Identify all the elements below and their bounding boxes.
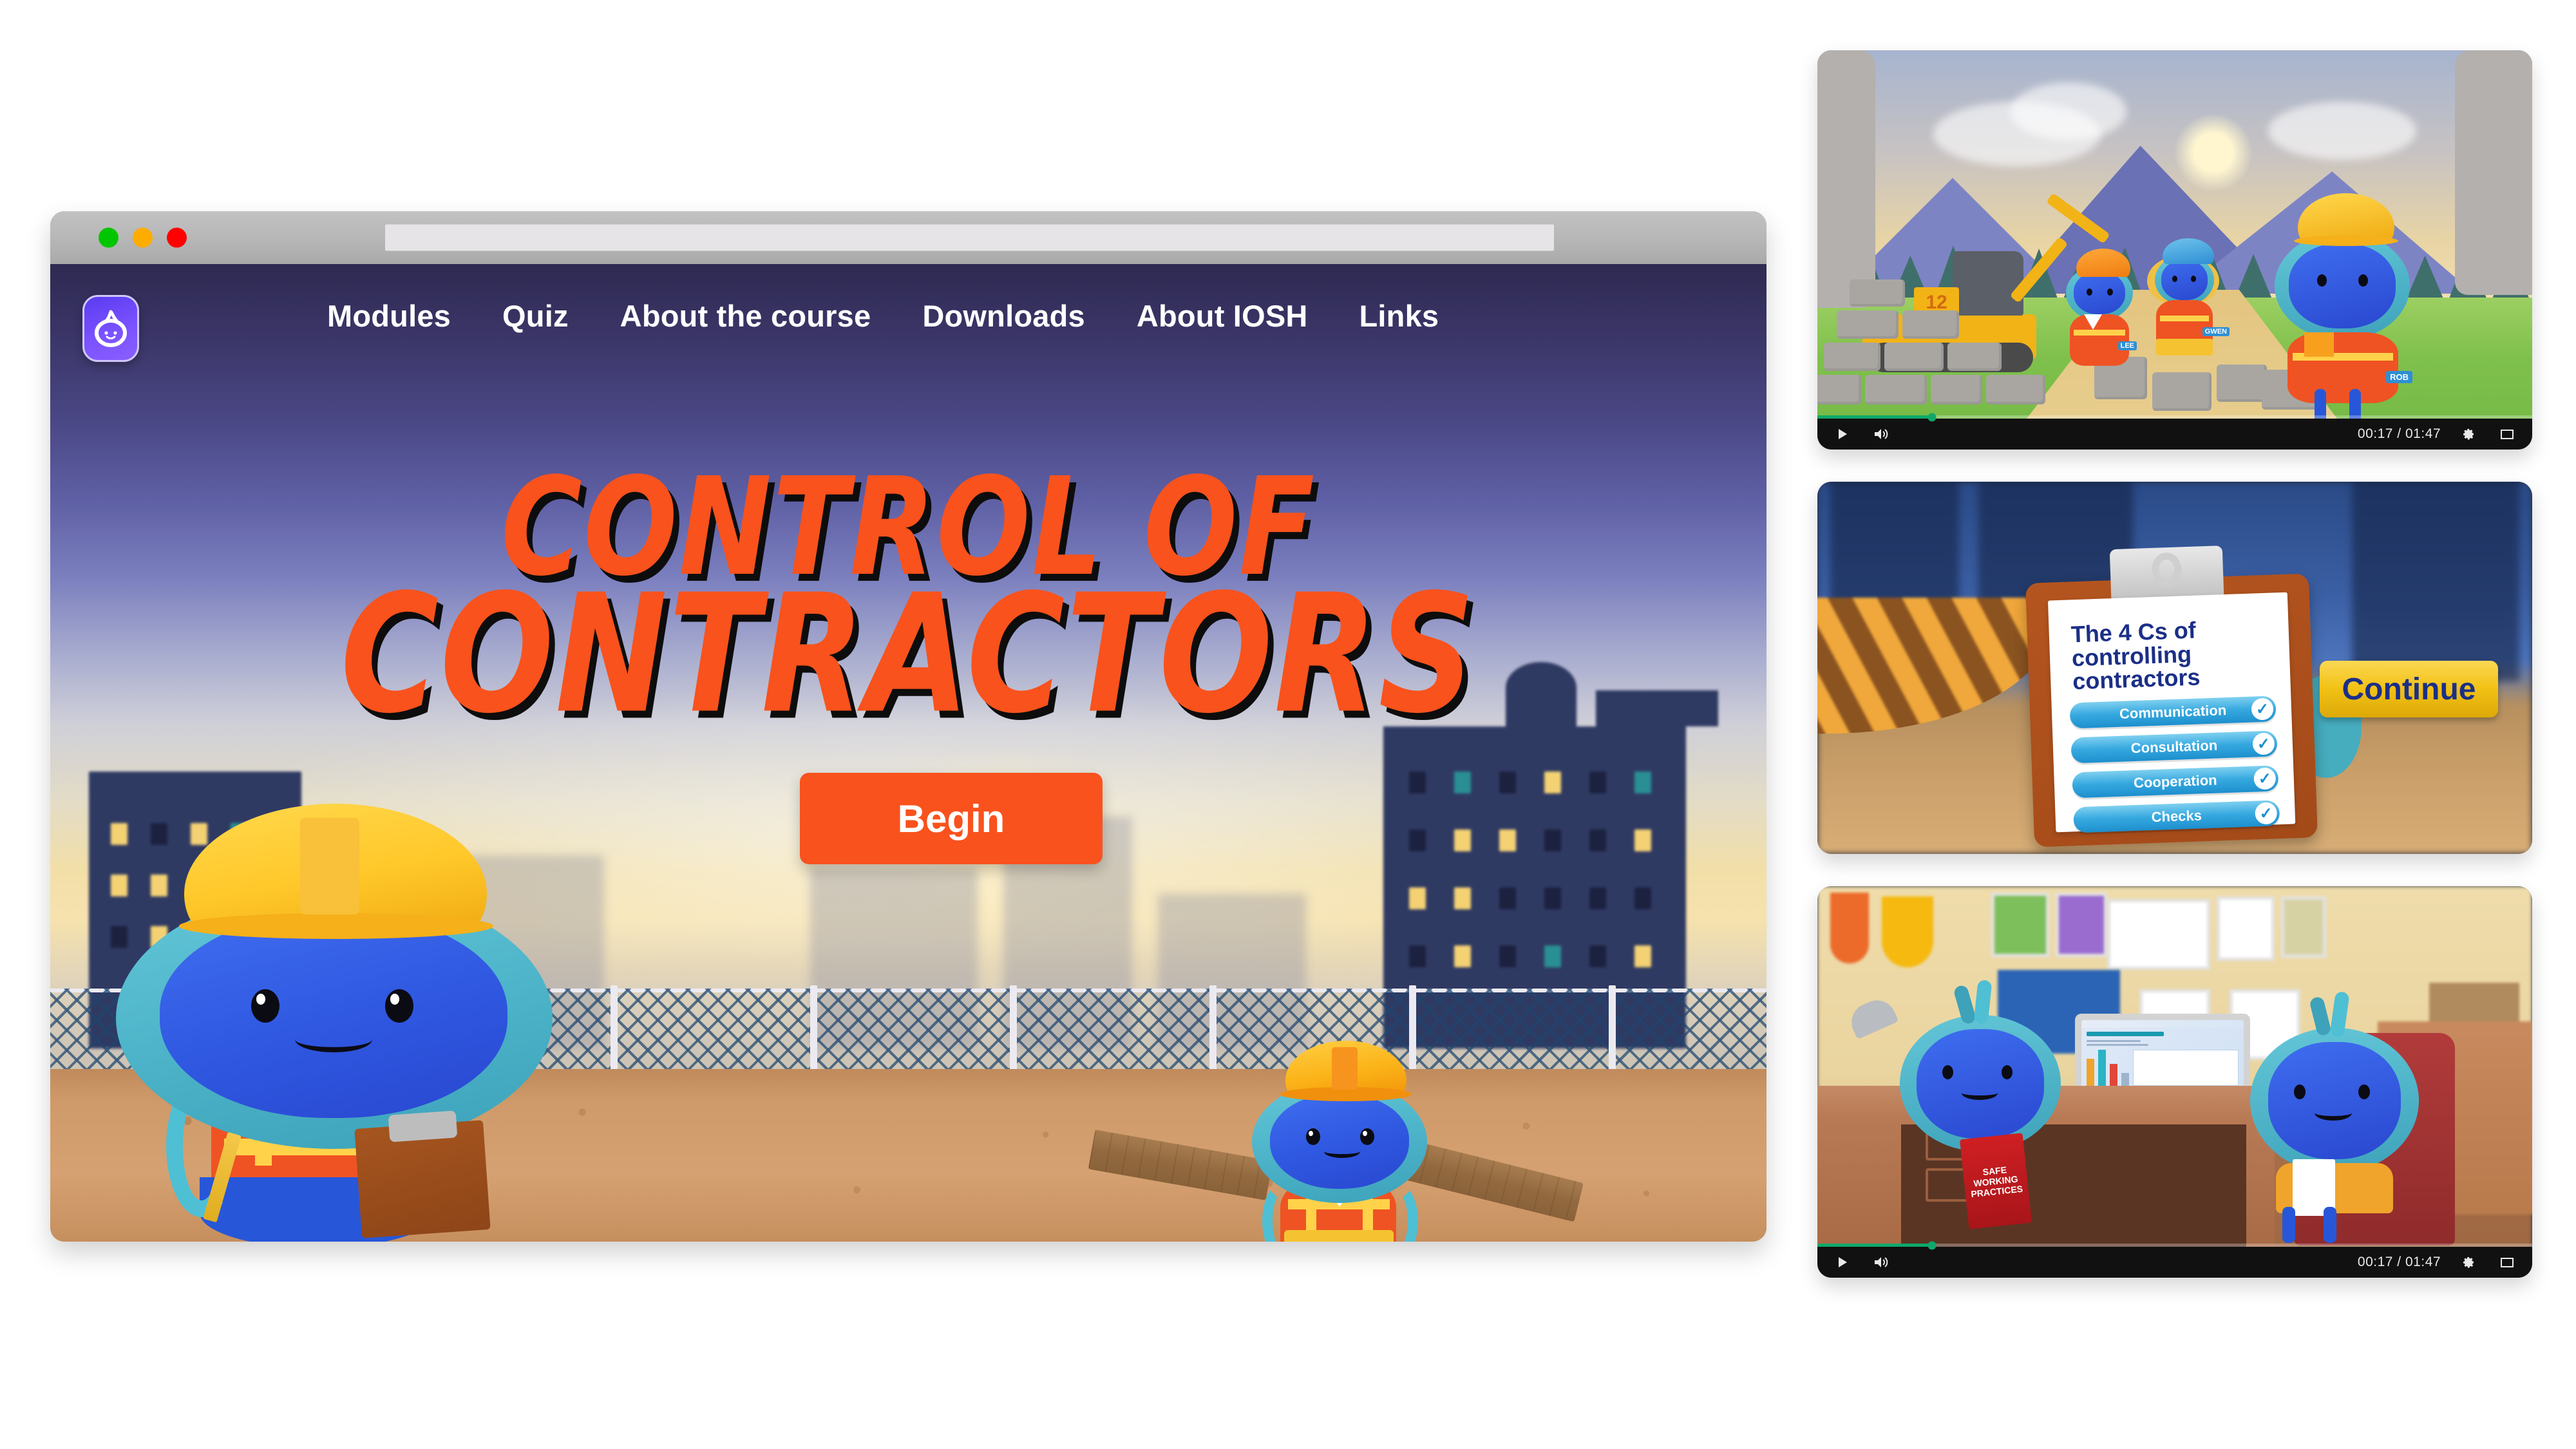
checklist-item-communication[interactable]: Communication ✓ [2069, 696, 2277, 729]
mascot-eye-right [385, 989, 413, 1023]
checklist-item-checks[interactable]: Checks ✓ [2073, 800, 2280, 833]
character-label-gwen: GWEN [2202, 327, 2230, 336]
course-mascot-logo-icon[interactable] [82, 295, 139, 362]
browser-window: Modules Quiz About the course Downloads … [50, 211, 1766, 1242]
nav-link-quiz[interactable]: Quiz [502, 298, 569, 334]
checklist-label: Checks [2151, 807, 2202, 826]
checklist-item-consultation[interactable]: Consultation ✓ [2070, 730, 2278, 764]
site-navbar: Modules Quiz About the course Downloads … [50, 264, 1766, 367]
gear-icon[interactable] [2458, 423, 2479, 445]
begin-button[interactable]: Begin [800, 773, 1103, 864]
clipboard-title: The 4 Cs of controlling contractors [2070, 616, 2201, 695]
fullscreen-icon[interactable] [2496, 1251, 2518, 1273]
mascot-standing-left [1893, 980, 2067, 1157]
address-bar[interactable] [385, 224, 1554, 251]
window-minimize-button[interactable] [99, 227, 118, 248]
nav-link-modules[interactable]: Modules [327, 298, 451, 334]
volume-icon[interactable] [1870, 423, 1892, 445]
mascot-face [160, 913, 507, 1118]
thumbnail-office-induction-scene[interactable]: SAFE WORKING PRACTICES 00:17 / 01:47 [1817, 886, 2532, 1278]
clipboard: The 4 Cs of controlling contractors Comm… [2025, 545, 2318, 848]
clipboard-paper: The 4 Cs of controlling contractors Comm… [2047, 592, 2296, 833]
hanging-hard-hat [1882, 896, 1933, 967]
video-controls: 00:17 / 01:47 [1817, 413, 2532, 450]
video-progress-bar[interactable] [1817, 413, 2532, 421]
nav-link-about-the-course[interactable]: About the course [620, 298, 871, 334]
continue-button[interactable]: Continue [2320, 661, 2498, 717]
mascot-seated-right [2242, 990, 2429, 1243]
thumbnail-column: 12 LEE GWEN ROB 00:17 / 01:47 The 4 Cs o… [1817, 50, 2532, 1310]
volume-icon[interactable] [1870, 1251, 1892, 1273]
play-icon[interactable] [1832, 423, 1853, 445]
mascot-gwen: GWEN [2143, 219, 2230, 367]
mascot-lee: LEE [2061, 232, 2138, 374]
checklist-label: Cooperation [2133, 772, 2218, 791]
book-title: SAFE WORKING PRACTICES [1970, 1164, 2023, 1200]
character-label-lee: LEE [2117, 341, 2137, 350]
check-icon: ✓ [2253, 767, 2277, 790]
gear-icon[interactable] [2458, 1251, 2479, 1273]
play-icon[interactable] [1832, 1251, 1853, 1273]
check-icon: ✓ [2251, 697, 2274, 721]
mascot-rob: ROB [2268, 179, 2416, 428]
thumbnail-four-cs-clipboard-scene[interactable]: The 4 Cs of controlling contractors Comm… [1817, 482, 2532, 854]
nav-link-links[interactable]: Links [1359, 298, 1439, 334]
sun-icon [2175, 114, 2252, 192]
mascot-smile [295, 1027, 372, 1052]
browser-titlebar [50, 211, 1766, 264]
screenshot-stage: Modules Quiz About the course Downloads … [0, 0, 2576, 1449]
checklist-label: Communication [2119, 702, 2227, 722]
window-close-button[interactable] [167, 227, 187, 248]
mascot-supervisor-character [89, 791, 578, 1242]
nav-link-about-iosh[interactable]: About IOSH [1137, 298, 1308, 334]
mascot-worker-carrying-plank [1088, 1037, 1584, 1242]
video-time: 00:17 / 01:47 [2357, 426, 2441, 441]
nav-link-downloads[interactable]: Downloads [922, 298, 1084, 334]
safe-working-practices-book: SAFE WORKING PRACTICES [1959, 1133, 2032, 1229]
checklist-item-cooperation[interactable]: Cooperation ✓ [2072, 765, 2279, 799]
video-controls: 00:17 / 01:47 [1817, 1241, 2532, 1278]
window-maximize-button[interactable] [133, 227, 153, 248]
hanging-jacket [1830, 893, 1869, 963]
character-label-rob: ROB [2386, 371, 2412, 383]
page-viewport: Modules Quiz About the course Downloads … [50, 264, 1766, 1242]
fullscreen-icon[interactable] [2496, 423, 2518, 445]
check-icon: ✓ [2255, 802, 2278, 825]
check-icon: ✓ [2252, 732, 2275, 755]
video-progress-bar[interactable] [1817, 1241, 2532, 1249]
video-time: 00:17 / 01:47 [2357, 1255, 2441, 1269]
thumbnail-construction-road-scene[interactable]: 12 LEE GWEN ROB 00:17 / 01:47 [1817, 50, 2532, 450]
mascot-eye-left [251, 989, 279, 1023]
main-navigation: Modules Quiz About the course Downloads … [327, 264, 1439, 367]
window-traffic-lights [99, 227, 187, 248]
checklist-label: Consultation [2130, 737, 2218, 757]
